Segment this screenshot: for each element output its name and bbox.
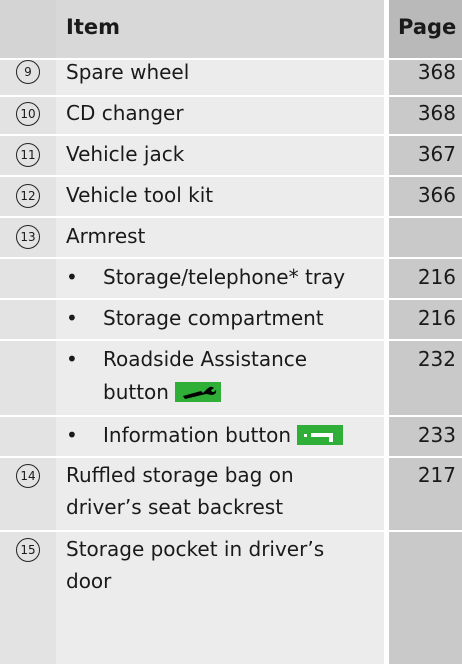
sub-item-label-text: button bbox=[103, 380, 169, 404]
item-label: Storage pocket in driver’s bbox=[66, 537, 325, 561]
row-divider bbox=[0, 415, 462, 417]
sub-item-label-line2: button bbox=[103, 376, 221, 408]
item-number: 12 bbox=[16, 184, 40, 208]
sub-item-label: Storage/telephone* tray bbox=[103, 265, 346, 289]
item-number: 11 bbox=[16, 143, 40, 167]
item-label: Spare wheel bbox=[66, 60, 190, 84]
item-label: Armrest bbox=[66, 224, 146, 248]
row-divider bbox=[0, 216, 462, 218]
item-label: Vehicle tool kit bbox=[66, 183, 214, 207]
bullet: • bbox=[66, 347, 78, 371]
number-column bbox=[0, 0, 56, 664]
info-icon bbox=[297, 425, 344, 445]
item-number: 15 bbox=[16, 538, 40, 562]
row-divider bbox=[0, 456, 462, 458]
item-label-line2: driver’s seat backrest bbox=[66, 495, 284, 519]
item-number: 9 bbox=[16, 60, 40, 84]
row-divider bbox=[0, 175, 462, 177]
index-table: Item Page 9 Spare wheel 368 10 CD change… bbox=[0, 0, 462, 664]
page-number: 216 bbox=[417, 265, 456, 289]
page-number: 366 bbox=[417, 183, 456, 207]
sub-item-label: Storage compartment bbox=[103, 306, 324, 330]
sub-item-label-text: Information button bbox=[103, 423, 292, 447]
sub-item-label-line: Information button bbox=[103, 419, 344, 451]
wrench-icon bbox=[174, 382, 221, 402]
item-number: 14 bbox=[16, 464, 40, 488]
item-label: Vehicle jack bbox=[66, 142, 185, 166]
page-number: 216 bbox=[417, 306, 456, 330]
item-label: CD changer bbox=[66, 101, 184, 125]
item-number: 13 bbox=[16, 225, 40, 249]
row-divider bbox=[0, 134, 462, 136]
item-label: Ruffled storage bag on bbox=[66, 463, 294, 487]
bullet: • bbox=[66, 423, 78, 447]
page-number: 367 bbox=[417, 142, 456, 166]
item-number: 10 bbox=[16, 102, 40, 126]
row-divider bbox=[0, 339, 462, 341]
header-item: Item bbox=[66, 15, 120, 39]
row-divider bbox=[0, 257, 462, 259]
header-page: Page bbox=[398, 15, 457, 39]
page-number: 233 bbox=[417, 423, 456, 447]
bullet: • bbox=[66, 265, 78, 289]
row-divider bbox=[0, 530, 462, 532]
page-number: 368 bbox=[417, 60, 456, 84]
header-number-cell bbox=[0, 0, 56, 58]
page-number: 232 bbox=[417, 347, 456, 371]
page-number: 368 bbox=[417, 101, 456, 125]
item-label-line2: door bbox=[66, 569, 112, 593]
sub-item-label: Roadside Assistance bbox=[103, 347, 308, 371]
bullet: • bbox=[66, 306, 78, 330]
page-number: 217 bbox=[417, 463, 456, 487]
row-divider bbox=[0, 298, 462, 300]
